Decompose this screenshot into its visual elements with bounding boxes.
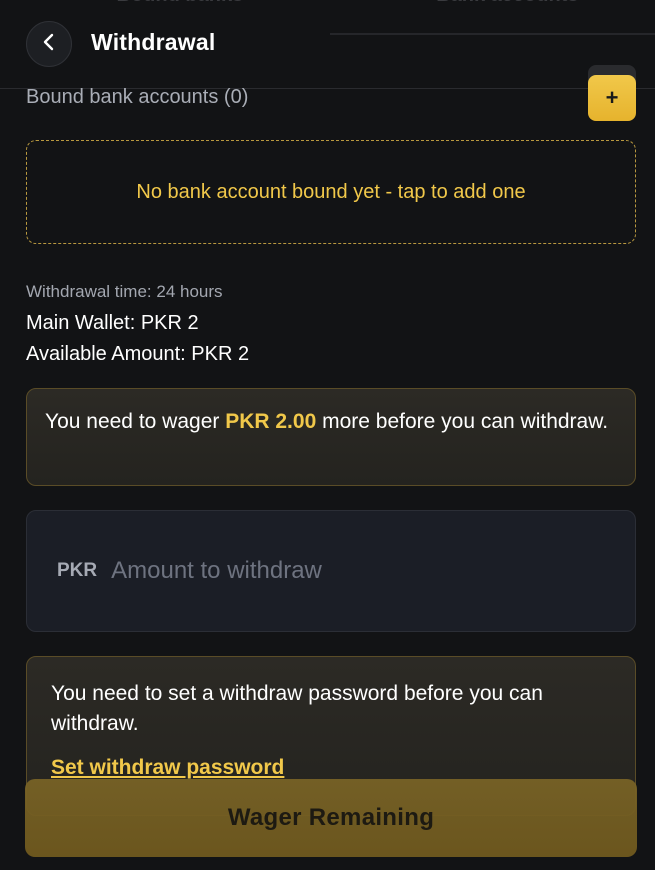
withdrawal-screen: Bound banks Bank accounts Withdrawal Bou… (0, 0, 655, 870)
amount-field: PKR (26, 510, 636, 632)
empty-bank-accounts-placeholder[interactable]: No bank account bound yet - tap to add o… (26, 140, 636, 244)
withdrawal-time-text: Withdrawal time: 24 hours (26, 282, 223, 301)
wager-requirement-notice: You need to wager PKR 2.00 more before y… (26, 388, 636, 486)
chevron-left-icon (42, 32, 56, 57)
password-notice-message: You need to set a withdraw password befo… (51, 682, 543, 735)
currency-label: PKR (57, 560, 98, 581)
bound-accounts-label: Bound bank accounts (0) (26, 86, 249, 108)
back-button[interactable] (26, 21, 72, 67)
wager-notice-suffix: more before you can withdraw. (316, 410, 609, 433)
wager-notice-prefix: You need to wager (45, 410, 226, 433)
empty-bank-accounts-message: No bank account bound yet - tap to add o… (136, 180, 526, 203)
amount-input[interactable] (109, 556, 635, 586)
plus-icon: + (605, 85, 619, 110)
page-title: Withdrawal (91, 29, 216, 55)
header: Withdrawal (0, 0, 655, 89)
wager-remaining-button[interactable]: Wager Remaining (25, 779, 637, 857)
available-amount-text: Available Amount: PKR 2 (26, 343, 250, 365)
add-bank-account-button[interactable]: + (588, 75, 636, 121)
main-wallet-text: Main Wallet: PKR 2 (26, 312, 199, 334)
header-divider (330, 33, 655, 35)
wager-notice-amount: PKR 2.00 (225, 410, 317, 433)
